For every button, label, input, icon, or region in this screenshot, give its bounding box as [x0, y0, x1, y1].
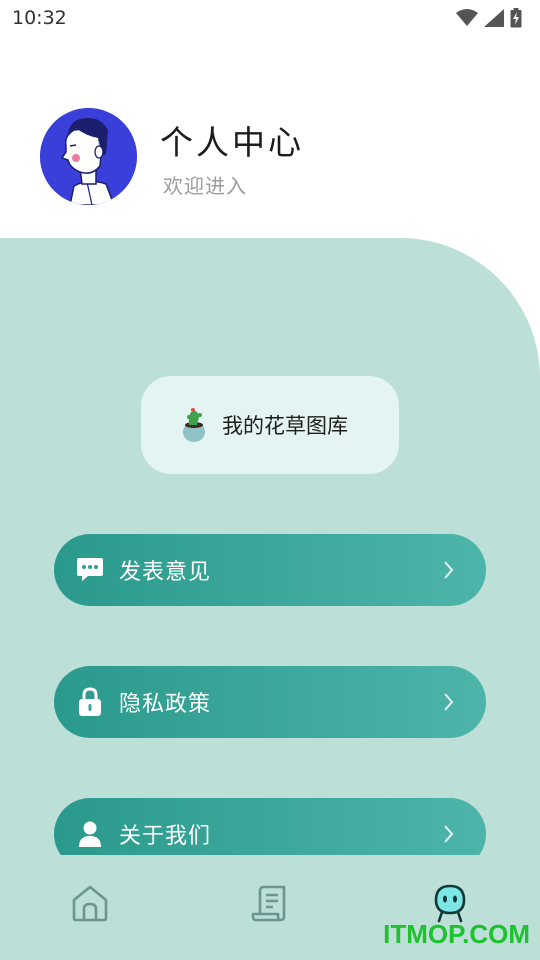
home-icon: [72, 885, 108, 922]
status-bar: 10:32: [0, 0, 540, 36]
scroll-icon: [251, 885, 286, 922]
lock-icon: [76, 687, 104, 716]
tab-profile[interactable]: [430, 883, 470, 923]
feedback-label: 发表意见: [119, 560, 212, 585]
privacy-policy-button[interactable]: 隐私政策: [54, 666, 486, 738]
privacy-policy-label: 隐私政策: [119, 692, 212, 717]
status-icons: [456, 8, 522, 28]
signal-icon: [484, 9, 504, 27]
tab-home[interactable]: [70, 883, 110, 923]
person-icon: [76, 820, 104, 848]
avatar-illustration: [40, 108, 137, 205]
plant-gallery-label: 我的花草图库: [222, 414, 348, 438]
about-us-label: 关于我们: [119, 824, 212, 849]
watermark-logo: ITMOP.COM: [383, 919, 530, 949]
status-time: 10:32: [12, 7, 67, 29]
welcome-subtitle: 欢迎进入: [163, 174, 247, 198]
chevron-right-icon: [444, 825, 454, 843]
battery-icon: [510, 8, 522, 28]
plant-gallery-button[interactable]: 我的花草图库: [141, 376, 399, 474]
page-title: 个人中心: [160, 123, 304, 162]
chevron-right-icon: [444, 561, 454, 579]
chevron-right-icon: [444, 693, 454, 711]
profile-header: 个人中心 欢迎进入: [40, 108, 500, 208]
wifi-icon: [456, 9, 478, 26]
avatar[interactable]: [40, 108, 137, 205]
robot-face-icon: [434, 884, 466, 923]
tab-records[interactable]: [250, 883, 290, 923]
feedback-button[interactable]: 发表意见: [54, 534, 486, 606]
message-icon: [76, 556, 104, 584]
potted-plant-icon: [183, 408, 205, 442]
